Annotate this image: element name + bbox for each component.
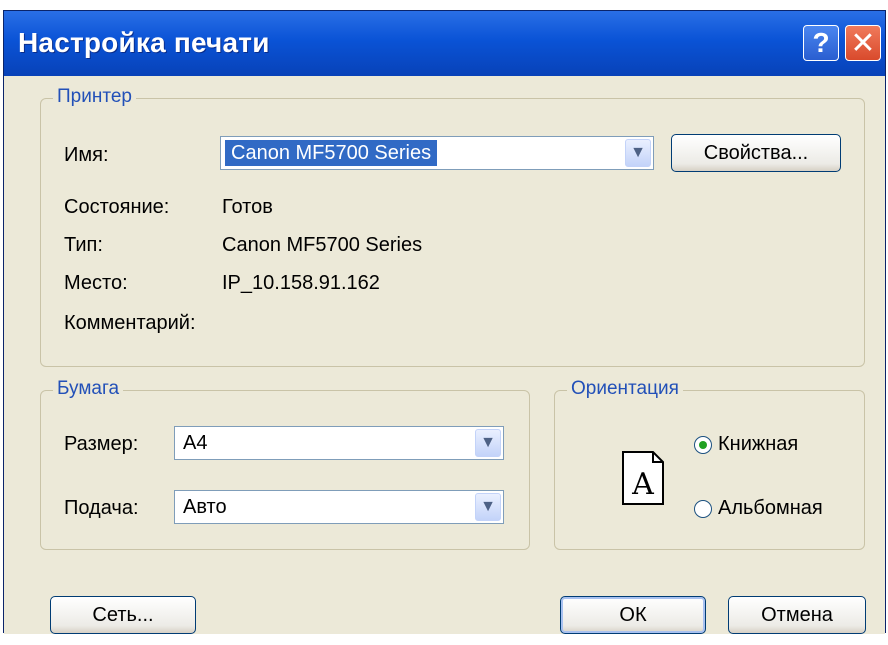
paper-group-title: Бумага [53, 378, 124, 400]
printer-status-label: Состояние: [64, 196, 170, 218]
paper-group: Бумага [40, 378, 530, 550]
paper-size-value: A4 [183, 431, 208, 454]
chevron-down-icon[interactable]: ▼ [475, 429, 501, 457]
close-icon: ✕ [850, 26, 876, 60]
chevron-down-icon[interactable]: ▼ [625, 139, 651, 167]
properties-button[interactable]: Свойства... [671, 134, 841, 172]
network-button[interactable]: Сеть... [50, 596, 196, 634]
help-icon: ? [812, 27, 830, 58]
close-button[interactable]: ✕ [845, 25, 881, 61]
printer-location-value: IP_10.158.91.162 [222, 272, 380, 294]
orientation-group-title: Ориентация [567, 378, 683, 400]
printer-status-value: Готов [222, 196, 273, 218]
paper-source-label: Подача: [64, 497, 139, 519]
printer-name-value: Canon MF5700 Series [225, 140, 438, 166]
help-button[interactable]: ? [803, 25, 839, 61]
title-bar[interactable]: Настройка печати ? ✕ [4, 11, 885, 76]
print-setup-dialog: Настройка печати ? ✕ Принтер Имя: Canon … [3, 10, 886, 634]
printer-comment-label: Комментарий: [64, 312, 196, 334]
landscape-radio[interactable] [694, 499, 712, 518]
printer-group-title: Принтер [53, 86, 136, 108]
paper-size-select[interactable]: A4 ▼ [174, 426, 504, 460]
chevron-down-icon[interactable]: ▼ [475, 493, 501, 521]
window-title: Настройка печати [18, 27, 270, 58]
landscape-option[interactable]: Альбомная [694, 497, 823, 520]
page-letter: A [631, 467, 654, 502]
printer-type-label: Тип: [64, 234, 103, 256]
printer-name-label: Имя: [64, 144, 109, 166]
paper-source-value: Авто [183, 495, 227, 518]
portrait-radio[interactable] [694, 435, 712, 454]
ok-button[interactable]: ОК [560, 596, 706, 634]
orientation-group: Ориентация [554, 378, 865, 550]
portrait-option[interactable]: Книжная [694, 433, 798, 456]
printer-type-value: Canon MF5700 Series [222, 234, 423, 256]
paper-source-select[interactable]: Авто ▼ [174, 490, 504, 524]
portrait-label: Книжная [718, 433, 799, 455]
page-portrait-icon: A [622, 451, 664, 505]
printer-location-label: Место: [64, 272, 128, 294]
dialog-content: Принтер Имя: Canon MF5700 Series ▼ Свойс… [4, 76, 885, 634]
landscape-label: Альбомная [718, 497, 823, 519]
paper-size-label: Размер: [64, 433, 139, 455]
printer-name-select[interactable]: Canon MF5700 Series ▼ [220, 136, 654, 170]
cancel-button[interactable]: Отмена [728, 596, 866, 634]
